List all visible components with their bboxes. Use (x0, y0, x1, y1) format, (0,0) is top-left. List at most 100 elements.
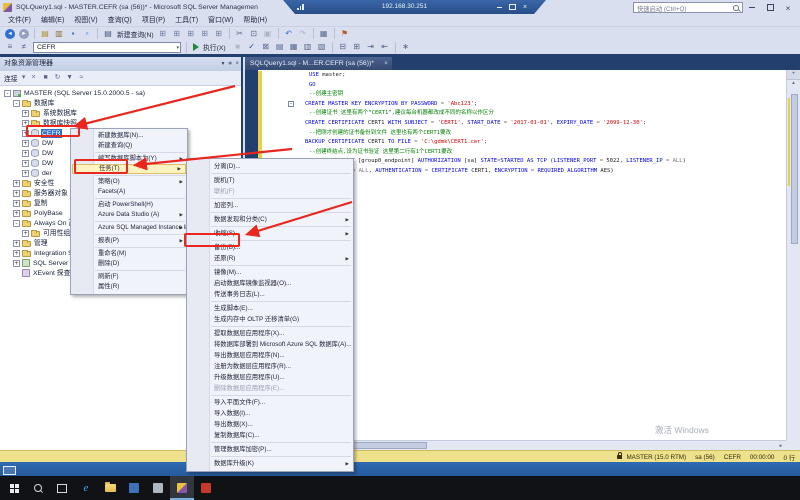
vertical-scrollbar[interactable]: + ▲ (786, 70, 800, 440)
cancel-query-icon[interactable]: ■ (232, 41, 244, 53)
tree-node-1[interactable]: -数据库 (13, 98, 55, 108)
expander-icon[interactable]: + (22, 130, 29, 137)
ie-icon[interactable]: e (74, 476, 98, 500)
tree-node-2[interactable]: +系统数据库 (22, 108, 78, 118)
copy-icon[interactable]: ⊡ (248, 28, 260, 40)
flag-icon[interactable]: ⚑ (339, 28, 351, 40)
expander-icon[interactable]: + (22, 120, 29, 127)
menubar-item-1[interactable]: 编辑(E) (36, 15, 69, 26)
tasks-submenu-item-33[interactable]: 管理数据库加密(P)... (187, 444, 353, 455)
tasks-submenu-item-22[interactable]: 将数据库部署到 Microsoft Azure SQL 数据库(A)... (187, 339, 353, 350)
restore-button[interactable] (763, 2, 777, 13)
tasks-submenu-item-24[interactable]: 注册为数据层应用程序(R)... (187, 361, 353, 372)
app-icon-red[interactable] (194, 476, 218, 500)
search-button[interactable] (26, 476, 50, 500)
dmx-query-icon[interactable]: ⊞ (199, 28, 211, 40)
intellisense-icon[interactable]: ∗ (400, 41, 412, 53)
expander-icon[interactable]: + (13, 260, 20, 267)
tasks-submenu-item-15[interactable]: 启动数据库镜像监视器(O)... (187, 278, 353, 289)
tasks-submenu-item-5[interactable]: 加密列... (187, 200, 353, 211)
rdp-restore-button[interactable] (507, 3, 517, 12)
context-menu-item-10[interactable]: Azure Data Studio (A)▶ (71, 210, 187, 220)
rdp-close-button[interactable]: × (520, 3, 530, 12)
expander-icon[interactable]: + (13, 190, 20, 197)
expander-icon[interactable]: + (13, 240, 20, 247)
context-menu-item-4[interactable]: 任务(T)▶ (72, 164, 186, 174)
xmla-query-icon[interactable]: ⊞ (213, 28, 225, 40)
save-icon[interactable]: ▪ (67, 28, 79, 40)
display-estimated-plan-icon[interactable]: ⊠ (260, 41, 272, 53)
tree-node-12[interactable]: +PolyBase (13, 208, 64, 218)
tasks-submenu-item-21[interactable]: 提取数据层应用程序(X)... (187, 328, 353, 339)
tree-node-0[interactable]: -MASTER (SQL Server 15.0.2000.5 - sa) (4, 88, 146, 98)
expander-icon[interactable]: + (22, 230, 29, 237)
chevron-down-icon[interactable]: ▾ (21, 73, 27, 83)
rdp-minimize-button[interactable] (494, 3, 504, 12)
expander-icon[interactable]: + (13, 210, 20, 217)
find-icon[interactable]: ▦ (318, 28, 330, 40)
tree-node-9[interactable]: +安全性 (13, 178, 55, 188)
outdent-icon[interactable]: ⇤ (379, 41, 391, 53)
quick-launch-input[interactable]: 快速启动 (Ctrl+Q) (633, 2, 743, 13)
context-menu-item-14[interactable]: 报表(P)▶ (71, 236, 187, 246)
new-project-icon[interactable]: ▤ (39, 28, 51, 40)
indent-icon[interactable]: ⇥ (365, 41, 377, 53)
context-menu-item-6[interactable]: 策略(O)▶ (71, 177, 187, 187)
menubar-item-6[interactable]: 窗口(W) (203, 15, 238, 26)
tree-node-10[interactable]: +服务器对象 (13, 188, 69, 198)
results-to-grid-icon[interactable]: ▦ (288, 41, 300, 53)
tasks-submenu-item-35[interactable]: 数据库升级(K)▶ (187, 458, 353, 469)
tree-node-5[interactable]: +DW (22, 138, 54, 148)
expander-icon[interactable]: + (22, 110, 29, 117)
expander-icon[interactable]: + (13, 250, 20, 257)
context-menu-item-0[interactable]: 新建数据库(N)... (71, 131, 187, 141)
analysis-query-icon[interactable]: ⊞ (171, 28, 183, 40)
expander-icon[interactable]: + (22, 150, 29, 157)
file-explorer-icon[interactable] (98, 476, 122, 500)
results-to-file-icon[interactable]: ▧ (316, 41, 328, 53)
stop-icon[interactable]: ■ (41, 73, 51, 83)
change-connection-icon[interactable]: ≠ (18, 41, 30, 53)
disconnect-icon[interactable]: × (29, 73, 39, 83)
context-menu-item-16[interactable]: 重命名(M) (71, 249, 187, 259)
app-icon-gray[interactable] (146, 476, 170, 500)
expander-icon[interactable]: - (4, 90, 11, 97)
tab-close-icon[interactable]: × (384, 57, 388, 70)
filter-icon[interactable]: ▼ (65, 73, 75, 83)
expander-icon[interactable]: - (13, 100, 20, 107)
ssms-taskbar-icon[interactable] (170, 476, 194, 500)
start-button[interactable] (2, 476, 26, 500)
tasks-submenu-item-0[interactable]: 分离(D)... (187, 161, 353, 172)
menubar-item-0[interactable]: 文件(F) (3, 15, 36, 26)
tasks-submenu-item-28[interactable]: 导入平面文件(F)... (187, 397, 353, 408)
tasks-submenu-item-30[interactable]: 导出数据(X)... (187, 419, 353, 430)
scroll-up-icon[interactable]: ▲ (787, 80, 800, 85)
cut-icon[interactable]: ✂ (234, 28, 246, 40)
fold-collapse-icon[interactable]: - (288, 101, 294, 107)
redo-icon[interactable]: ↷ (297, 28, 309, 40)
tasks-submenu-item-31[interactable]: 复制数据库(C)... (187, 430, 353, 441)
expander-icon[interactable]: + (13, 200, 20, 207)
tasks-submenu-item-18[interactable]: 生成脚本(E)... (187, 303, 353, 314)
expander-icon[interactable]: + (22, 140, 29, 147)
task-view-button[interactable] (50, 476, 74, 500)
expander-icon[interactable]: + (22, 170, 29, 177)
tasks-submenu-item-12[interactable]: 还原(R)▶ (187, 253, 353, 264)
tasks-submenu-item-11[interactable]: 备份(B)... (187, 242, 353, 253)
context-menu-item-17[interactable]: 删除(D) (71, 259, 187, 269)
paste-icon[interactable]: ▣ (262, 28, 274, 40)
tasks-submenu-item-19[interactable]: 生成内存中 OLTP 迁移清单(G) (187, 314, 353, 325)
context-menu-item-3[interactable]: 编写数据库脚本为(Y)▶ (71, 154, 187, 164)
expander-icon[interactable]: - (13, 220, 20, 227)
undo-icon[interactable]: ↶ (283, 28, 295, 40)
connect-button[interactable]: 连接 (4, 73, 18, 83)
app-icon-blue[interactable] (122, 476, 146, 500)
tasks-submenu-item-2[interactable]: 脱机(T) (187, 175, 353, 186)
splitter-handle[interactable]: + (787, 70, 800, 80)
tasks-submenu-item-16[interactable]: 传送事务日志(L)... (187, 289, 353, 300)
pin-icon[interactable]: ∗ (227, 57, 232, 71)
tree-node-18[interactable]: +XEvent 探查器 (13, 268, 78, 278)
tree-node-15[interactable]: +管理 (13, 238, 49, 248)
tree-node-11[interactable]: +复制 (13, 198, 49, 208)
vertical-scroll-thumb[interactable] (791, 94, 798, 244)
